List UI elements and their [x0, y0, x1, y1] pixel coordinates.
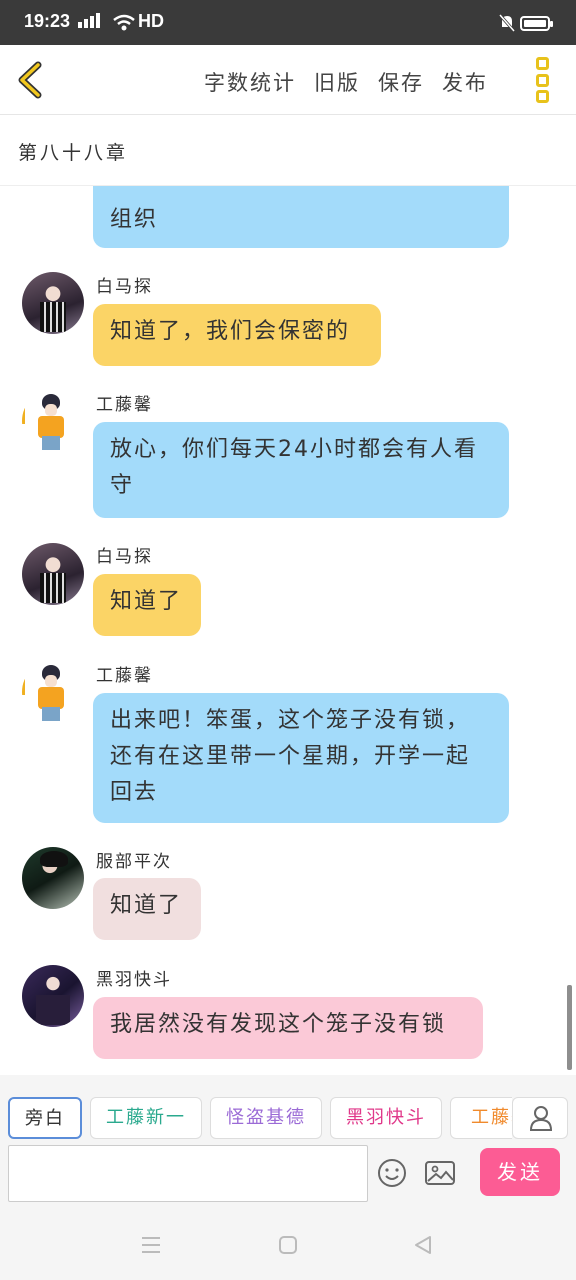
battery-icon — [520, 16, 553, 31]
message-bubble[interactable]: 知道了，我们会保密的 — [93, 304, 381, 366]
avatar-gong-teng-xin[interactable] — [22, 390, 84, 452]
wifi-icon — [113, 14, 135, 31]
back-arrow-icon[interactable] — [12, 59, 52, 101]
message-text: 知道了，我们会保密的 — [110, 319, 351, 344]
speaker-name: 工藤馨 — [96, 395, 153, 415]
message-input[interactable] — [8, 1145, 368, 1202]
save-button[interactable]: 保存 — [378, 67, 424, 97]
message-bubble[interactable]: 放心，你们每天24小时都会有人看守 — [93, 422, 509, 518]
menu-icon[interactable] — [140, 1234, 162, 1256]
character-chip[interactable]: 工藤新一 — [90, 1097, 202, 1139]
composer: 旁白 工藤新一 怪盗基德 黑羽快斗 工藤馨 发送 — [0, 1075, 576, 1210]
character-chip-narrator[interactable]: 旁白 — [8, 1097, 82, 1139]
speaker-name: 服部平次 — [96, 852, 172, 872]
screen: 19:23 HD 字数统计 旧版 保存 发布 第八十八章 组织 白马探 知道了，… — [0, 0, 576, 1280]
publish-button[interactable]: 发布 — [442, 67, 488, 97]
back-icon[interactable] — [412, 1234, 434, 1256]
message-text: 知道了 — [110, 589, 183, 614]
word-count-button[interactable]: 字数统计 — [204, 67, 296, 97]
message-text: 知道了 — [110, 893, 183, 918]
speaker-name: 工藤馨 — [96, 666, 153, 686]
avatar-bai-ma-tan[interactable] — [22, 272, 84, 334]
character-chip[interactable]: 工藤馨 — [450, 1097, 512, 1139]
person-icon[interactable] — [512, 1097, 568, 1139]
chapter-header[interactable]: 第八十八章 — [0, 115, 576, 186]
avatar-bai-ma-tan[interactable] — [22, 543, 84, 605]
toolbar-menu: 字数统计 旧版 保存 发布 — [204, 67, 488, 97]
avatar-gong-teng-xin[interactable] — [22, 661, 84, 723]
status-time: 19:23 — [24, 11, 71, 31]
chapter-title: 第八十八章 — [18, 142, 129, 164]
message-text: 我居然没有发现这个笼子没有锁 — [110, 1012, 447, 1037]
speaker-name: 白马探 — [96, 277, 153, 297]
speaker-name: 白马探 — [96, 547, 153, 567]
mute-icon — [498, 14, 516, 32]
signal-icon — [78, 13, 100, 28]
message-bubble[interactable]: 我居然没有发现这个笼子没有锁 — [93, 997, 483, 1059]
character-chip[interactable]: 怪盗基德 — [210, 1097, 322, 1139]
message-text: 放心，你们每天24小时都会有人看守 — [110, 437, 478, 498]
message-bubble[interactable]: 知道了 — [93, 574, 201, 636]
home-icon[interactable] — [277, 1234, 299, 1256]
send-button[interactable]: 发送 — [480, 1148, 560, 1196]
scrollbar[interactable] — [567, 985, 572, 1070]
avatar-fu-bu-ping-ci[interactable] — [22, 847, 84, 909]
chat-area[interactable]: 组织 白马探 知道了，我们会保密的 工藤馨 放心，你们每天24小时都会有人看守 … — [0, 186, 576, 1075]
character-chip[interactable]: 黑羽快斗 — [330, 1097, 442, 1139]
message-bubble[interactable]: 出来吧！笨蛋，这个笼子没有锁，还有在这里带一个星期，开学一起回去 — [93, 693, 509, 823]
message-text: 出来吧！笨蛋，这个笼子没有锁，还有在这里带一个星期，开学一起回去 — [110, 708, 471, 805]
message-bubble[interactable]: 组织 — [93, 186, 509, 248]
speaker-name: 黑羽快斗 — [96, 970, 172, 990]
status-bar: 19:23 HD — [0, 0, 576, 45]
avatar-hei-yu-kuai-dou[interactable] — [22, 965, 84, 1027]
character-selector: 旁白 工藤新一 怪盗基德 黑羽快斗 工藤馨 — [8, 1097, 512, 1139]
message-bubble[interactable]: 知道了 — [93, 878, 201, 940]
emoji-icon[interactable] — [376, 1157, 408, 1189]
more-options-icon[interactable] — [536, 57, 552, 103]
system-nav-bar — [0, 1210, 576, 1280]
editor-toolbar: 字数统计 旧版 保存 发布 — [0, 45, 576, 115]
hd-label: HD — [138, 11, 164, 31]
old-version-button[interactable]: 旧版 — [314, 67, 360, 97]
message-text: 组织 — [110, 207, 159, 232]
image-icon[interactable] — [424, 1159, 456, 1187]
